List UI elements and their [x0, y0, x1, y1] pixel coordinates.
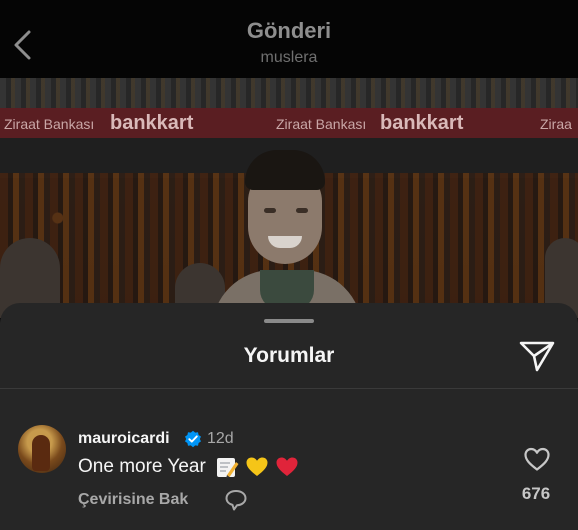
banner-text: Ziraat Bankası	[4, 116, 95, 132]
comment-text: One more Year	[78, 456, 206, 477]
banner-text: bankkart	[110, 112, 194, 134]
player-hair	[245, 150, 325, 190]
see-translation-link[interactable]: Çevirisine Bak	[78, 491, 188, 509]
stadium-stands	[0, 78, 578, 108]
red-heart-emoji-icon	[276, 457, 298, 476]
post-photo: Ziraat Bankası bankkart Ziraat Bankası b…	[0, 78, 578, 318]
top-bar: Gönderi muslera	[0, 0, 578, 78]
drag-handle[interactable]	[264, 319, 314, 323]
divider	[0, 388, 578, 389]
page-subtitle[interactable]: muslera	[0, 49, 578, 67]
comment-time: 12d	[207, 430, 234, 447]
page-title: Gönderi	[246, 18, 332, 43]
paper-plane-icon[interactable]	[518, 339, 556, 373]
banner-text: Ziraa	[540, 116, 572, 132]
reply-bubble-icon[interactable]	[224, 489, 248, 511]
comment-username[interactable]: mauroicardi	[78, 430, 170, 448]
comments-sheet: Yorumlar mauroicardi 12d One more Year Ç…	[0, 303, 578, 530]
comment-text-row: One more Year	[78, 455, 299, 479]
yellow-heart-emoji-icon	[246, 457, 268, 476]
player-eye	[264, 208, 276, 213]
avatar-figure	[32, 435, 50, 471]
like-count: 676	[521, 484, 551, 503]
sponsor-banner: Ziraat Bankası bankkart Ziraat Bankası b…	[0, 108, 578, 138]
banner-text: Ziraat Bankası	[276, 116, 367, 132]
player-eye	[296, 208, 308, 213]
player-figure	[212, 150, 362, 318]
memo-emoji-icon	[216, 458, 239, 479]
banner-text: bankkart	[380, 112, 464, 134]
sheet-title: Yorumlar	[243, 344, 335, 367]
verified-badge-icon	[185, 430, 201, 448]
avatar[interactable]	[18, 425, 66, 473]
heart-outline-icon[interactable]	[523, 446, 551, 472]
